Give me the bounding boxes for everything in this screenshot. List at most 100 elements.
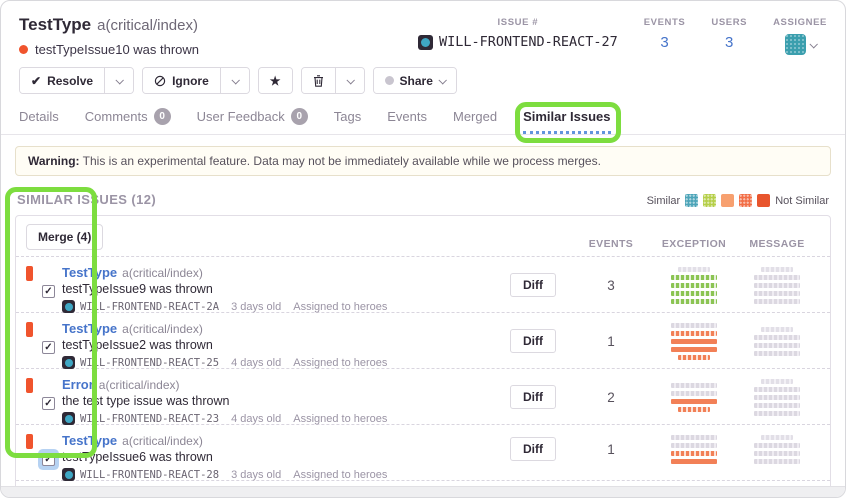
row-events-count: 2 [572, 390, 650, 405]
experimental-warning-banner: Warning: This is an experimental feature… [15, 146, 831, 176]
row-age: 3 days old [231, 301, 281, 313]
tab-label: Events [387, 109, 427, 124]
similarity-bar [671, 435, 717, 440]
issue-tabs: Details Comments0 User Feedback0 Tags Events… [1, 94, 845, 135]
tab-count-badge: 0 [154, 108, 171, 125]
row-checkbox[interactable] [42, 397, 55, 410]
tab-comments[interactable]: Comments0 [85, 108, 171, 134]
resolve-dropdown-button[interactable] [104, 68, 133, 93]
similarity-bar [754, 351, 800, 356]
project-platform-icon [62, 412, 75, 425]
row-issue-culprit: a(critical/index) [122, 322, 203, 336]
row-issue-title-link[interactable]: TestType [62, 433, 117, 448]
error-level-bar [26, 378, 33, 393]
similarity-bar [671, 391, 717, 396]
similarity-bar [761, 435, 793, 440]
chevron-down-icon [231, 76, 239, 84]
project-platform-icon [62, 300, 75, 313]
share-button[interactable]: Share [374, 68, 456, 93]
legend-not-similar-label: Not Similar [775, 195, 829, 207]
message-similarity [738, 433, 816, 466]
row-issue-title-link[interactable]: TestType [62, 265, 117, 280]
row-project-slug: WILL-FRONTEND-REACT-23 [62, 412, 219, 425]
similarity-bar [671, 283, 717, 288]
delete-button[interactable] [302, 68, 335, 93]
mute-icon [154, 75, 166, 87]
page-footer-strip [1, 486, 845, 497]
exception-similarity [650, 381, 738, 414]
delete-dropdown-button[interactable] [335, 68, 364, 93]
diff-button[interactable]: Diff [510, 385, 556, 409]
similarity-bar [761, 379, 793, 384]
project-platform-icon [62, 468, 75, 481]
similarity-bar [754, 291, 800, 296]
users-count[interactable]: 3 [711, 34, 747, 51]
similar-issue-row: TestTypea(critical/index) testTypeIssue6… [16, 424, 830, 480]
chevron-down-icon [809, 40, 817, 48]
row-age: 3 days old [231, 469, 281, 481]
events-count[interactable]: 3 [644, 34, 686, 51]
similar-issue-row: TestTypea(critical/index) testTypeIssue2… [16, 312, 830, 368]
similarity-swatch [703, 194, 716, 207]
similarity-bar [754, 335, 800, 340]
trash-icon [313, 75, 324, 87]
row-age: 4 days old [231, 413, 281, 425]
row-checkbox[interactable] [42, 285, 55, 298]
similarity-bar [671, 339, 717, 344]
exception-column-header: EXCEPTION [650, 238, 738, 250]
issue-message: testTypeIssue10 was thrown [35, 42, 199, 57]
tab-merged[interactable]: Merged [453, 108, 497, 134]
error-level-bar [26, 322, 33, 337]
row-assignee: Assigned to heroes [293, 413, 387, 425]
similarity-bar [761, 267, 793, 272]
row-issue-title-link[interactable]: TestType [62, 321, 117, 336]
merge-button[interactable]: Merge (4) [26, 224, 103, 250]
similar-issue-row: Errora(critical/index) the test type iss… [16, 368, 830, 424]
row-checkbox[interactable] [42, 453, 55, 466]
tab-details[interactable]: Details [19, 108, 59, 134]
similarity-bar [754, 299, 800, 304]
row-checkbox[interactable] [42, 341, 55, 354]
similarity-legend: Similar Not Similar [647, 194, 829, 207]
row-age: 4 days old [231, 357, 281, 369]
error-level-dot [19, 45, 28, 54]
row-events-count: 1 [572, 334, 650, 349]
error-level-bar [26, 434, 33, 449]
message-similarity [738, 377, 816, 418]
diff-button[interactable]: Diff [510, 437, 556, 461]
tab-events[interactable]: Events [387, 108, 427, 134]
action-toolbar: ✔ Resolve Ignore ★ [1, 57, 845, 94]
similarity-bar [754, 387, 800, 392]
exception-similarity [650, 265, 738, 306]
diff-button[interactable]: Diff [510, 273, 556, 297]
assignee-avatar [785, 34, 806, 55]
ignore-button[interactable]: Ignore [143, 68, 220, 93]
similarity-bar [754, 395, 800, 400]
tab-user-feedback[interactable]: User Feedback0 [197, 108, 308, 134]
similarity-swatch [757, 194, 770, 207]
similarity-bar [671, 347, 717, 352]
row-issue-culprit: a(critical/index) [122, 266, 203, 280]
tab-tags[interactable]: Tags [334, 108, 361, 134]
row-issue-title-link[interactable]: Error [62, 377, 94, 392]
similarity-bar [678, 407, 710, 412]
resolve-button[interactable]: ✔ Resolve [20, 68, 104, 93]
similarity-bar [671, 291, 717, 296]
tab-count-badge: 0 [291, 108, 308, 125]
row-assignee: Assigned to heroes [293, 301, 387, 313]
ignore-dropdown-button[interactable] [220, 68, 249, 93]
tab-similar-issues[interactable]: Similar Issues [523, 108, 610, 134]
issue-header: TestTypea(critical/index) testTypeIssue1… [1, 1, 845, 57]
similarity-swatch [721, 194, 734, 207]
exception-similarity [650, 433, 738, 466]
similarity-bar [671, 383, 717, 388]
warning-text: This is an experimental feature. Data ma… [83, 154, 601, 168]
row-assignee: Assigned to heroes [293, 357, 387, 369]
row-issue-message: the test type issue was thrown [62, 394, 502, 408]
bookmark-button[interactable]: ★ [259, 68, 292, 93]
similar-issues-heading: SIMILAR ISSUES (12) [17, 192, 156, 207]
assignee-selector[interactable] [773, 34, 827, 55]
issue-detail-page: TestType a(critical/index) testTypeIssue1… [0, 0, 846, 498]
diff-button[interactable]: Diff [510, 329, 556, 353]
similarity-bar [678, 355, 710, 360]
